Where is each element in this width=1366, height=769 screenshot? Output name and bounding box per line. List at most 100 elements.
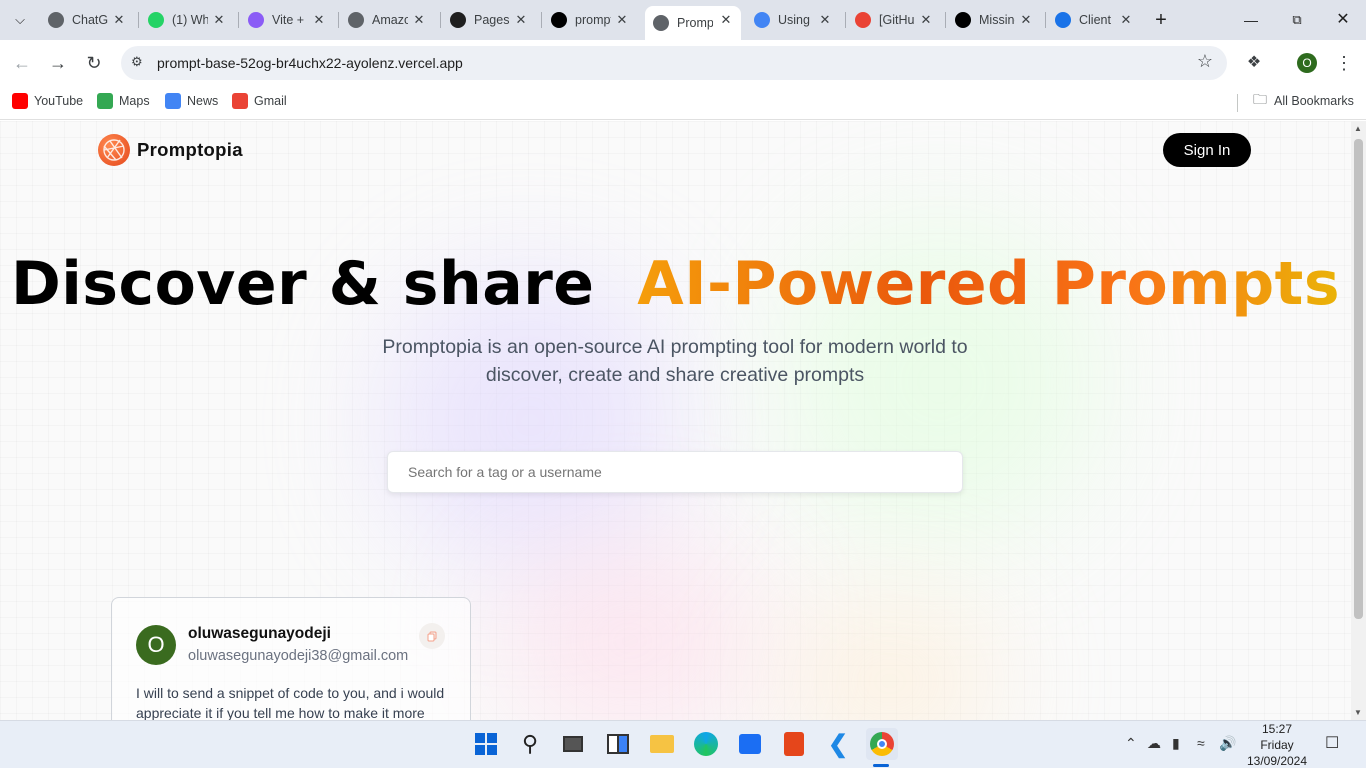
wifi-icon[interactable]: ≈ (1197, 735, 1205, 751)
bookmark-gmail[interactable]: Gmail (232, 93, 287, 109)
page-description: Promptopia is an open-source AI promptin… (382, 336, 968, 386)
close-tab-icon[interactable]: ✕ (1117, 11, 1135, 29)
gmail-icon (855, 12, 871, 28)
tab-8[interactable]: Using ✕ (746, 6, 840, 34)
page-scrollbar[interactable]: ▲ ▼ (1351, 121, 1366, 720)
google-icon (754, 12, 770, 28)
close-tab-icon[interactable]: ✕ (512, 11, 530, 29)
minimize-button[interactable]: — (1240, 9, 1262, 31)
close-tab-icon[interactable]: ✕ (410, 11, 428, 29)
tab-title: Client (1079, 13, 1111, 27)
bookmark-star-icon[interactable]: ☆ (1197, 51, 1213, 72)
edge-icon[interactable] (691, 729, 721, 759)
heading-gradient-text: AI-Powered Prompts (637, 249, 1341, 319)
card-email: oluwasegunayodeji38@gmail.com (188, 648, 409, 664)
tab-search-button[interactable]: ⌵ (9, 9, 31, 31)
bookmark-news[interactable]: News (165, 93, 218, 109)
close-tab-icon[interactable]: ✕ (310, 11, 328, 29)
close-window-button[interactable]: ✕ (1332, 9, 1354, 31)
api-icon (1055, 12, 1071, 28)
close-tab-icon[interactable]: ✕ (210, 11, 228, 29)
vscode-icon[interactable]: ❮ (823, 729, 853, 759)
back-icon[interactable]: ← (11, 52, 33, 74)
url-text[interactable]: prompt-base-52og-br4uchx22-ayolenz.verce… (157, 55, 463, 71)
forward-icon[interactable]: → (47, 52, 69, 74)
card-username[interactable]: oluwasegunayodeji (188, 625, 331, 643)
tab-title: [GitHub] (879, 13, 915, 27)
vite-icon (248, 12, 264, 28)
clock[interactable]: 15:27 Friday 13/09/2024 (1238, 721, 1316, 769)
tab-3[interactable]: Vite + React✕ (240, 6, 334, 34)
tab-title: Missing (979, 13, 1015, 27)
clock-time: 15:27 (1261, 722, 1293, 736)
extensions-icon[interactable]: ❖ (1243, 52, 1265, 74)
task-view-icon[interactable] (558, 729, 588, 759)
file-explorer-icon[interactable] (647, 729, 677, 759)
cloud-icon[interactable]: ☁ (1147, 735, 1161, 752)
chatgpt-icon (48, 12, 64, 28)
office-icon[interactable] (779, 729, 809, 759)
page-content: Promptopia Sign In Discover & share AI-P… (0, 121, 1351, 720)
globe-icon (653, 15, 669, 31)
bookmark-youtube[interactable]: YouTube (12, 93, 83, 109)
close-tab-icon[interactable]: ✕ (613, 11, 631, 29)
gmail-icon (232, 93, 248, 109)
tab-7[interactable]: Promptopia ✕ (645, 6, 741, 40)
sign-in-button[interactable]: Sign In (1163, 133, 1251, 167)
tab-6[interactable]: prompt ✕ (543, 6, 637, 34)
address-bar[interactable]: ⚙ prompt-base-52og-br4uchx22-ayolenz.ver… (121, 46, 1227, 80)
close-tab-icon[interactable]: ✕ (110, 11, 128, 29)
new-tab-button[interactable]: + (1150, 9, 1172, 31)
close-tab-icon[interactable]: ✕ (917, 11, 935, 29)
site-info-icon[interactable]: ⚙ (131, 54, 143, 70)
tab-9[interactable]: [GitHub]✕ (847, 6, 941, 34)
scrollbar-thumb[interactable] (1354, 139, 1363, 619)
prompt-card[interactable]: O oluwasegunayodeji oluwasegunayodeji38@… (111, 597, 471, 720)
card-prompt-text: I will to send a snippet of code to you,… (136, 685, 445, 720)
bookmark-maps[interactable]: Maps (97, 93, 150, 109)
logo[interactable]: Promptopia (98, 134, 243, 166)
close-tab-icon[interactable]: ✕ (717, 11, 735, 29)
tab-4[interactable]: Amazon✕ (340, 6, 434, 34)
widgets-icon[interactable] (603, 729, 633, 759)
start-icon[interactable] (471, 729, 501, 759)
maps-icon (97, 93, 113, 109)
tab-10[interactable]: Missing✕ (947, 6, 1041, 34)
tab-title: Vite + React (272, 13, 308, 27)
globe-icon (348, 12, 364, 28)
notion-icon (955, 12, 971, 28)
tab-5[interactable]: Pages ✕ (442, 6, 536, 34)
whatsapp-icon (148, 12, 164, 28)
tab-11[interactable]: Client ✕ (1047, 6, 1141, 34)
tab-2[interactable]: (1) WhatsApp✕ (140, 6, 234, 34)
copy-icon[interactable] (419, 623, 445, 649)
battery-icon[interactable]: ▮ (1172, 735, 1180, 752)
reload-icon[interactable]: ↻ (83, 52, 105, 74)
tab-title: ChatGPT (72, 13, 108, 27)
taskbar: ⚲ ❮ ⌃ ☁ ▮ ≈ 🔊 15:27 Friday 13/09/2024 ☐ (0, 720, 1366, 768)
close-tab-icon[interactable]: ✕ (1017, 11, 1035, 29)
chevron-up-icon[interactable]: ⌃ (1125, 735, 1137, 752)
restore-button[interactable]: ⧉ (1286, 9, 1308, 31)
logo-icon (98, 134, 130, 166)
tab-title: Using (778, 13, 810, 27)
clock-date: 13/09/2024 (1246, 754, 1308, 768)
brand-name: Promptopia (137, 139, 243, 160)
close-tab-icon[interactable]: ✕ (816, 11, 834, 29)
menu-icon[interactable]: ⋮ (1333, 52, 1355, 74)
chrome-icon[interactable] (866, 728, 898, 760)
tab-title: prompt (575, 13, 611, 27)
volume-icon[interactable]: 🔊 (1219, 735, 1236, 752)
avatar[interactable]: O (136, 625, 176, 665)
all-bookmarks-button[interactable]: 🗀 All Bookmarks (1252, 91, 1354, 109)
browser-toolbar: ← → ↻ ⚙ prompt-base-52og-br4uchx22-ayole… (0, 40, 1366, 86)
notification-icon[interactable]: ☐ (1325, 733, 1339, 753)
search-icon[interactable]: ⚲ (515, 729, 545, 759)
bookmark-label: Maps (119, 94, 150, 108)
github-icon (450, 12, 466, 28)
store-icon[interactable] (735, 729, 765, 759)
search-input[interactable] (387, 451, 963, 493)
profile-avatar[interactable]: O (1297, 53, 1317, 73)
vercel-icon (551, 12, 567, 28)
tab-1[interactable]: ChatGPT✕ (40, 6, 134, 34)
